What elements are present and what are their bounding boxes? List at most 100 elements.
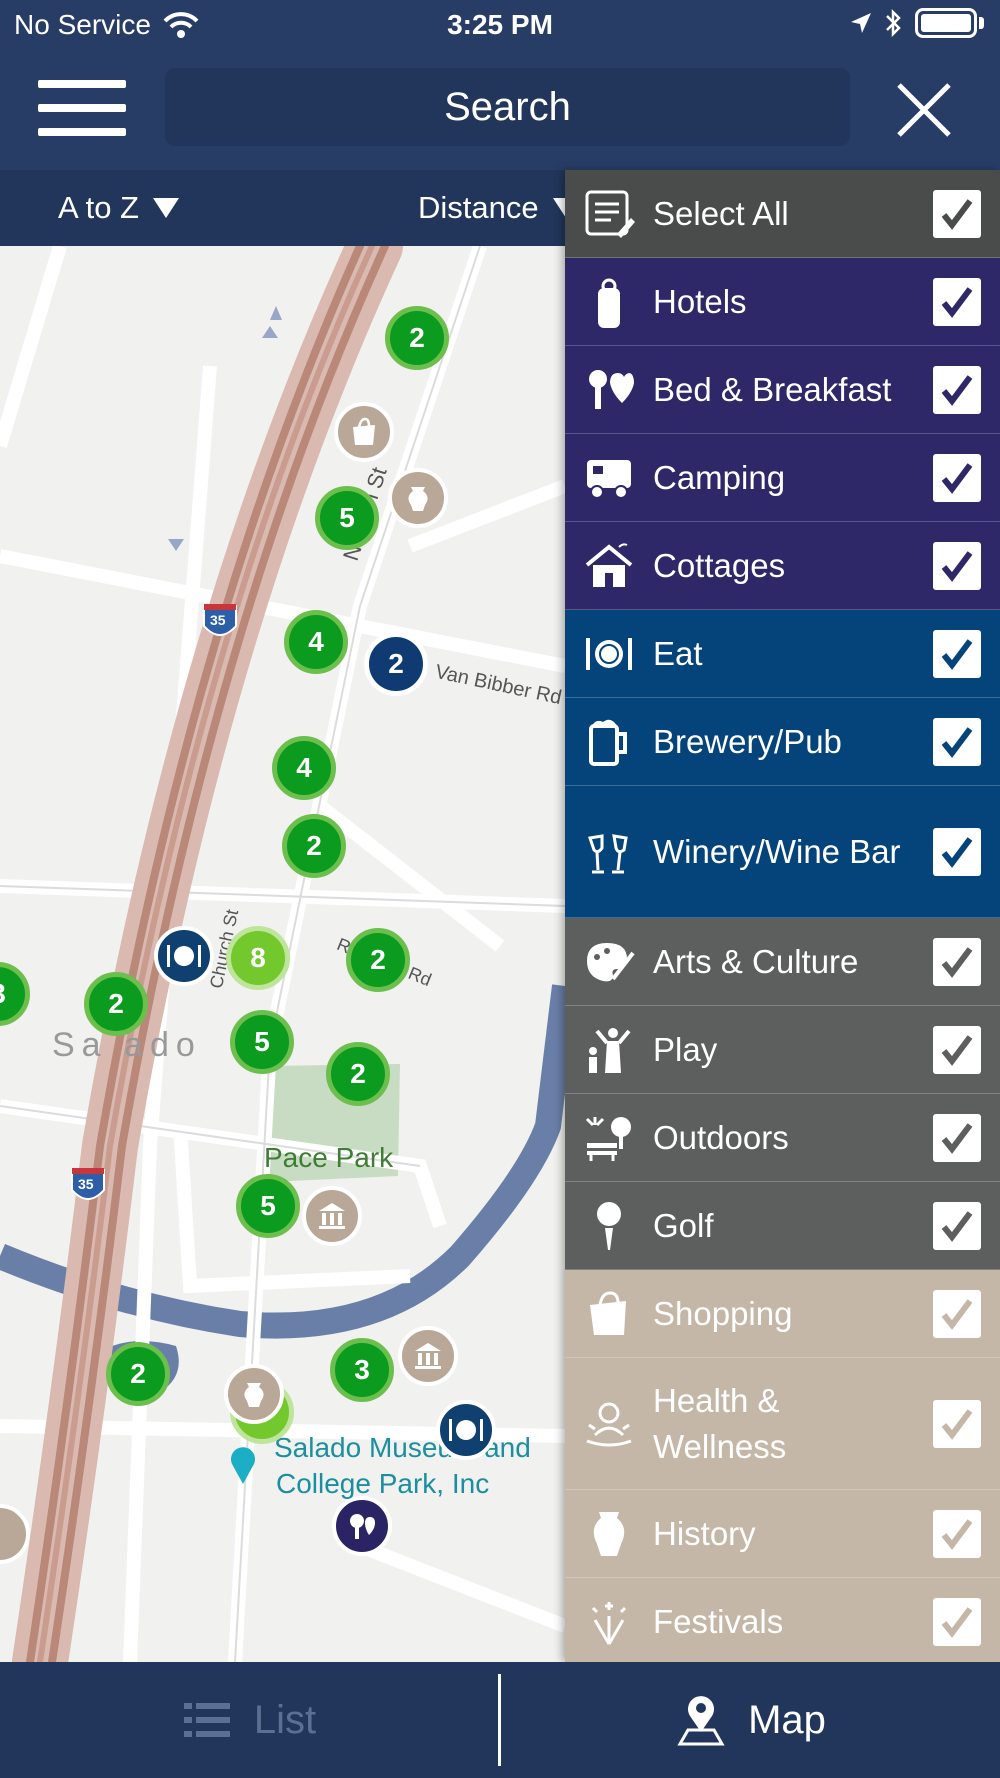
- filter-label: Eat: [653, 634, 703, 672]
- cluster-marker[interactable]: 2: [282, 814, 346, 878]
- menu-button[interactable]: [38, 80, 126, 138]
- filter-row-health-wellness[interactable]: Health & Wellness: [565, 1358, 1000, 1490]
- sort-distance-label: Distance: [418, 190, 539, 225]
- checkbox[interactable]: [933, 365, 981, 414]
- cluster-marker[interactable]: 2: [364, 632, 428, 696]
- cluster-marker[interactable]: 5: [315, 486, 379, 550]
- cluster-marker[interactable]: 2: [326, 1042, 390, 1106]
- cluster-marker[interactable]: 4: [284, 610, 348, 674]
- filter-row-brewery-pub[interactable]: Brewery/Pub: [565, 698, 1000, 786]
- checkbox[interactable]: [933, 1399, 981, 1448]
- plate-fork-knife-icon: [167, 945, 201, 967]
- filter-row-history[interactable]: History: [565, 1490, 1000, 1578]
- search-label: Search: [444, 84, 571, 129]
- museum-poi[interactable]: [398, 1326, 458, 1386]
- museum-label-line2: College Park, Inc: [276, 1468, 490, 1499]
- bed-breakfast-poi[interactable]: [332, 1496, 392, 1556]
- museum-poi[interactable]: [302, 1186, 362, 1246]
- filter-label: History: [653, 1514, 756, 1552]
- eat-poi[interactable]: [154, 926, 214, 986]
- shopping-poi[interactable]: [334, 402, 394, 462]
- cluster-marker[interactable]: 5: [230, 1010, 294, 1074]
- cluster-marker[interactable]: 2: [106, 1342, 170, 1406]
- filter-row-winery[interactable]: Winery/Wine Bar: [565, 786, 1000, 918]
- cluster-marker[interactable]: 3: [330, 1338, 394, 1402]
- checkbox[interactable]: [933, 453, 981, 502]
- checkbox[interactable]: [933, 1289, 981, 1338]
- museum-icon: [319, 1203, 345, 1229]
- interstate-shield-label: 35: [78, 1176, 94, 1192]
- filter-row-camping[interactable]: Camping: [565, 434, 1000, 522]
- status-bar: No Service 3:25 PM: [0, 0, 1000, 52]
- beer-mug-icon: [589, 719, 627, 766]
- dropdown-triangle-icon: [152, 198, 179, 218]
- bluetooth-icon: [886, 8, 901, 38]
- check-icon: [941, 1606, 973, 1638]
- filter-label: Shopping: [653, 1294, 793, 1332]
- check-icon: [941, 462, 973, 494]
- check-icon: [941, 1408, 973, 1440]
- tab-map[interactable]: Map: [502, 1662, 1000, 1778]
- checkbox[interactable]: [933, 717, 981, 766]
- filter-label: Brewery/Pub: [653, 722, 842, 760]
- sort-a-to-z[interactable]: A to Z: [58, 190, 179, 226]
- checkbox[interactable]: [933, 1509, 981, 1558]
- filter-row-shopping[interactable]: Shopping: [565, 1270, 1000, 1358]
- battery-tip: [979, 17, 984, 29]
- checkbox[interactable]: [933, 541, 981, 590]
- history-poi[interactable]: [224, 1364, 284, 1424]
- cluster-marker[interactable]: 8: [226, 926, 290, 990]
- filter-row-golf[interactable]: Golf: [565, 1182, 1000, 1270]
- filter-label: Select All: [653, 194, 789, 232]
- plate-fork-knife-icon: [586, 637, 632, 670]
- filter-label: Winery/Wine Bar: [653, 832, 901, 870]
- check-icon: [941, 1122, 973, 1154]
- filter-label: Golf: [653, 1206, 714, 1244]
- tab-divider: [498, 1674, 501, 1766]
- tab-list-label: List: [253, 1697, 317, 1742]
- check-icon: [941, 198, 973, 230]
- check-icon: [941, 1518, 973, 1550]
- sort-distance[interactable]: Distance: [418, 190, 579, 226]
- check-icon: [941, 1298, 973, 1330]
- filter-label: Festivals: [653, 1602, 784, 1640]
- filter-row-hotels[interactable]: Hotels: [565, 258, 1000, 346]
- checkbox[interactable]: [933, 277, 981, 326]
- check-icon: [941, 638, 973, 670]
- rv-icon: [587, 459, 631, 499]
- check-icon: [941, 1210, 973, 1242]
- checkbox[interactable]: [933, 1113, 981, 1162]
- cluster-marker[interactable]: 5: [236, 1174, 300, 1238]
- filter-row-eat[interactable]: Eat: [565, 610, 1000, 698]
- checkbox[interactable]: [933, 629, 981, 678]
- checkbox[interactable]: [933, 189, 981, 238]
- cluster-marker[interactable]: 2: [84, 972, 148, 1036]
- map-view[interactable]: 35 35 N Main St Van Bibber Rd Church St …: [0, 246, 565, 1662]
- search-field[interactable]: Search: [165, 68, 850, 146]
- cluster-marker[interactable]: 4: [272, 736, 336, 800]
- filter-row-play[interactable]: Play: [565, 1006, 1000, 1094]
- checkbox[interactable]: [933, 827, 981, 876]
- checkbox[interactable]: [933, 1025, 981, 1074]
- tab-list[interactable]: List: [0, 1662, 498, 1778]
- filter-row-bed-breakfast[interactable]: Bed & Breakfast: [565, 346, 1000, 434]
- filter-row-festivals[interactable]: Festivals: [565, 1578, 1000, 1666]
- list-edit-icon: [585, 190, 635, 238]
- filter-row-outdoors[interactable]: Outdoors: [565, 1094, 1000, 1182]
- filter-row-arts-culture[interactable]: Arts & Culture: [565, 918, 1000, 1006]
- check-icon: [941, 836, 973, 868]
- filter-row-cottages[interactable]: Cottages: [565, 522, 1000, 610]
- cluster-marker[interactable]: 2: [385, 306, 449, 370]
- close-button[interactable]: [894, 80, 954, 140]
- checkbox[interactable]: [933, 1597, 981, 1646]
- interstate-shield-label: 35: [210, 612, 226, 628]
- palette-icon: [587, 942, 635, 981]
- checkbox[interactable]: [933, 937, 981, 986]
- status-right: [849, 8, 984, 38]
- filter-row-select-all[interactable]: Select All: [565, 170, 1000, 258]
- checkbox[interactable]: [933, 1201, 981, 1250]
- keys-heart-icon: [589, 369, 634, 409]
- cluster-marker[interactable]: 2: [346, 928, 410, 992]
- eat-poi[interactable]: [436, 1400, 496, 1460]
- history-poi[interactable]: [388, 468, 448, 528]
